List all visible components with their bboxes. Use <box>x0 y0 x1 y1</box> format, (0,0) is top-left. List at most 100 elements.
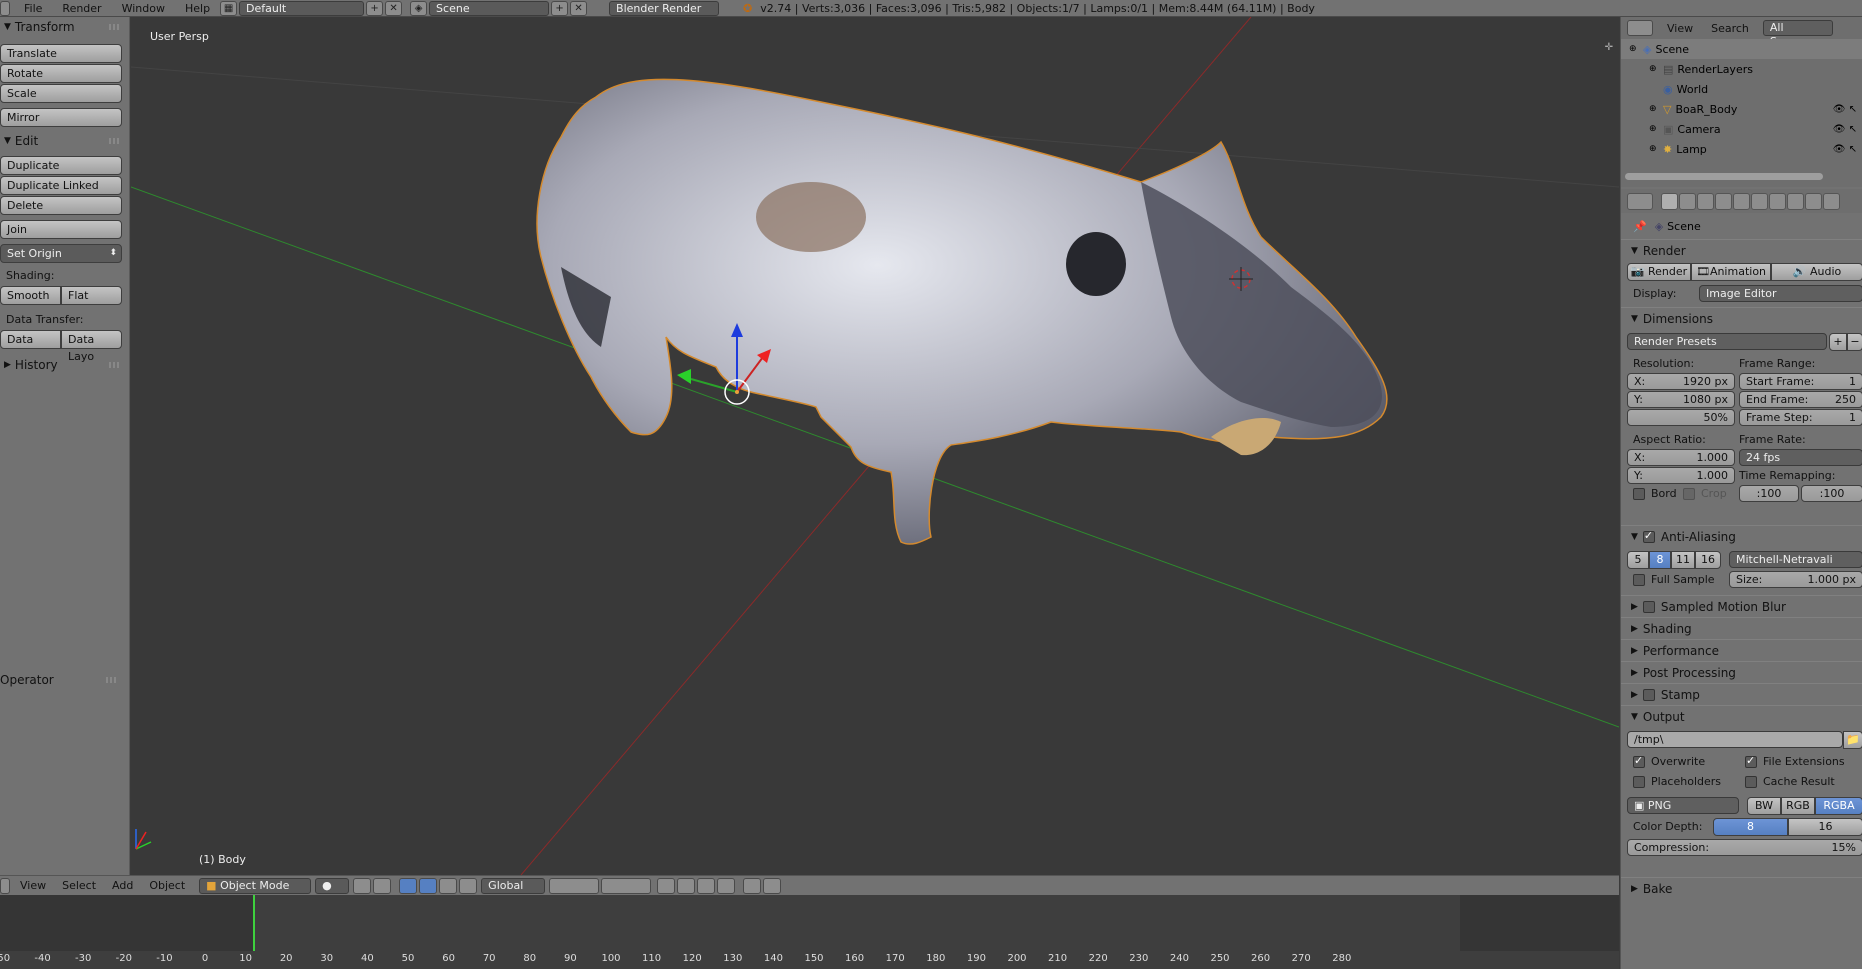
visibility-eye-icon[interactable]: 👁 ↖ <box>1833 104 1857 115</box>
orientation-select[interactable]: Global <box>481 877 546 894</box>
lock-layers-icon[interactable] <box>657 877 676 894</box>
resolution-x-field[interactable]: X: 1920 px <box>1627 373 1735 390</box>
menu-render[interactable]: Render <box>52 2 111 15</box>
menu-add[interactable]: Add <box>104 879 141 892</box>
remap-old-field[interactable]: :100 <box>1739 485 1799 502</box>
layer-buttons-a[interactable] <box>549 877 600 894</box>
data-layout-button[interactable]: Data Layo <box>61 330 122 363</box>
texture-tab-icon[interactable] <box>1823 192 1840 210</box>
frame-rate-select[interactable]: 24 fps <box>1739 449 1862 466</box>
add-preset-icon[interactable]: + <box>1829 333 1847 351</box>
stamp-checkbox[interactable] <box>1642 688 1655 701</box>
duplicate-button[interactable]: Duplicate <box>0 156 122 175</box>
outliner-scrollbar[interactable] <box>1625 173 1823 180</box>
snap-toggle-icon[interactable] <box>697 877 716 894</box>
outliner-menu-view[interactable]: View <box>1667 22 1693 35</box>
manipulator-toggle-icon[interactable] <box>373 877 392 894</box>
animation-button[interactable]: 🎞Animation <box>1691 263 1771 281</box>
constraints-tab-icon[interactable] <box>1751 192 1768 210</box>
expand-toggle-icon[interactable]: ⊕ <box>1649 124 1659 134</box>
menu-window[interactable]: Window <box>112 2 175 15</box>
end-frame-field[interactable]: End Frame: 250 <box>1739 391 1862 408</box>
render-button[interactable]: 📷 Render <box>1627 263 1691 281</box>
folder-icon[interactable]: 📁 <box>1843 731 1862 749</box>
border-checkbox[interactable]: Bord <box>1633 487 1677 500</box>
color-depth-8[interactable]: 8 <box>1713 818 1788 836</box>
panel-edit-header[interactable]: ▼ Edit <box>0 131 129 151</box>
editor-type-icon[interactable] <box>0 0 10 16</box>
data-button[interactable]: Data <box>0 330 61 349</box>
layer-buttons-b[interactable] <box>601 877 652 894</box>
scale-button[interactable]: Scale <box>0 84 122 103</box>
transform-orientation-icon[interactable] <box>459 877 478 894</box>
panel-bake-header[interactable]: ▶ Bake <box>1621 877 1862 899</box>
overwrite-checkbox[interactable]: Overwrite <box>1633 754 1705 768</box>
file-extensions-checkbox[interactable]: File Extensions <box>1745 754 1845 768</box>
outliner-display-select[interactable]: All Scenes <box>1762 20 1833 48</box>
expand-toggle-icon[interactable]: ⊕ <box>1649 144 1659 154</box>
menu-file[interactable]: File <box>14 2 52 15</box>
placeholders-checkbox[interactable]: Placeholders <box>1633 775 1721 788</box>
viewport-canvas[interactable] <box>131 17 1619 875</box>
start-frame-field[interactable]: Start Frame: 1 <box>1739 373 1862 390</box>
mode-select[interactable]: ■ Object Mode <box>199 877 312 894</box>
timeline[interactable]: -50 -40 -30 -20 -10 0 10 20 30 40 50 60 70 80 90 100 110… <box>0 895 1619 969</box>
outliner-item-label[interactable]: Lamp <box>1676 143 1707 156</box>
aa-samples-5[interactable]: 5 <box>1627 551 1649 569</box>
color-mode-rgb[interactable]: RGB <box>1781 797 1815 815</box>
aa-enable-checkbox[interactable] <box>1642 529 1655 543</box>
editor-type-icon[interactable] <box>0 877 10 894</box>
delete-button[interactable]: Delete <box>0 196 122 215</box>
drag-grip-icon[interactable] <box>109 138 121 144</box>
y-gizmo-arrow[interactable] <box>677 369 691 384</box>
current-frame-cursor[interactable] <box>253 895 255 951</box>
outliner-item[interactable]: ⊕ ▣ Camera 👁 ↖ <box>1621 119 1862 139</box>
modifiers-tab-icon[interactable] <box>1769 192 1786 210</box>
scene-icon[interactable]: ◈ <box>410 0 428 16</box>
compression-slider[interactable]: Compression: 15% <box>1627 839 1862 856</box>
translate-manipulator-icon[interactable] <box>399 877 418 894</box>
outliner-editor-icon[interactable] <box>1627 20 1653 36</box>
color-mode-rgba[interactable]: RGBA <box>1815 797 1862 815</box>
expand-toggle-icon[interactable]: ⊕ <box>1649 64 1659 74</box>
viewport-shading-select[interactable]: ● <box>315 877 350 894</box>
cache-result-checkbox[interactable]: Cache Result <box>1745 775 1835 788</box>
boar-model[interactable] <box>536 78 1388 545</box>
outliner-item[interactable]: ⊕ ✸ Lamp 👁 ↖ <box>1621 139 1862 159</box>
display-select[interactable]: Image Editor <box>1699 285 1862 302</box>
resolution-y-field[interactable]: Y: 1080 px <box>1627 391 1735 408</box>
add-layout-icon[interactable]: + <box>366 0 384 16</box>
pin-icon[interactable]: 📌 <box>1633 220 1647 233</box>
render-animation-icon[interactable] <box>763 877 782 894</box>
aspect-x-field[interactable]: X: 1.000 <box>1627 449 1735 466</box>
world-tab-icon[interactable] <box>1715 192 1732 210</box>
menu-object[interactable]: Object <box>141 879 193 892</box>
panel-post-processing-header[interactable]: ▶ Post Processing <box>1621 661 1862 683</box>
panel-performance-header[interactable]: ▶ Performance <box>1621 639 1862 661</box>
remove-scene-icon[interactable]: ✕ <box>570 0 588 16</box>
outliner-menu-search[interactable]: Search <box>1711 22 1749 35</box>
drag-grip-icon[interactable] <box>106 677 118 683</box>
scene-field[interactable]: Scene <box>429 0 550 16</box>
set-origin-select[interactable]: Set Origin ⬍ <box>0 244 122 263</box>
panel-stamp-header[interactable]: ▶ Stamp <box>1621 683 1862 705</box>
snap-element-icon[interactable] <box>717 877 736 894</box>
rotate-button[interactable]: Rotate <box>0 64 122 83</box>
visibility-eye-icon[interactable]: 👁 ↖ <box>1833 144 1857 155</box>
panel-operator-header[interactable]: Operator <box>0 670 126 690</box>
panel-render-header[interactable]: ▼ Render <box>1621 239 1862 261</box>
full-sample-checkbox[interactable]: Full Sample <box>1633 573 1715 586</box>
pivot-point-icon[interactable] <box>353 877 372 894</box>
panel-dimensions-header[interactable]: ▼ Dimensions <box>1621 307 1862 329</box>
render-layers-tab-icon[interactable] <box>1679 192 1696 210</box>
remove-preset-icon[interactable]: − <box>1847 333 1862 351</box>
screen-layout-icon[interactable]: ▦ <box>220 0 238 16</box>
outliner-item[interactable]: ⊕ ◈ Scene <box>1621 39 1862 59</box>
smooth-button[interactable]: Smooth <box>0 286 61 305</box>
scale-manipulator-icon[interactable] <box>439 877 458 894</box>
3d-viewport[interactable]: User Persp (1) Body ✛ <box>131 17 1619 875</box>
outliner-item-label[interactable]: World <box>1677 83 1709 96</box>
file-format-select[interactable]: ▣ PNG <box>1627 797 1739 814</box>
outliner-item[interactable]: ⊕ ▤ RenderLayers <box>1621 59 1862 79</box>
filter-size-field[interactable]: Size: 1.000 px <box>1729 571 1862 588</box>
